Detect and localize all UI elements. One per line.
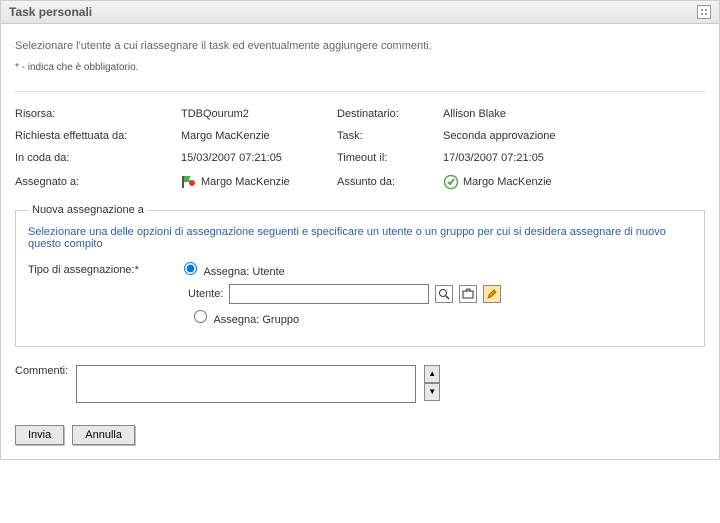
- comments-spinner: ▲ ▼: [424, 365, 440, 401]
- content-area: Selezionare l'utente a cui riassegnare i…: [1, 24, 719, 459]
- assunto-value-cell: Margo MacKenzie: [443, 174, 643, 190]
- spinner-up-button[interactable]: ▲: [424, 365, 440, 383]
- assign-group-option-text: Assegna: Gruppo: [213, 314, 299, 326]
- assign-user-label: Utente:: [188, 288, 223, 300]
- comments-row: Commenti: ▲ ▼: [15, 365, 705, 403]
- details-grid: Risorsa: TDBQourum2 Destinatario: Alliso…: [15, 108, 705, 190]
- in-coda-label: In coda da:: [15, 152, 175, 164]
- timeout-value: 17/03/2007 07:21:05: [443, 152, 643, 164]
- timeout-label: Timeout il:: [337, 152, 437, 164]
- comments-label: Commenti:: [15, 365, 68, 377]
- task-label: Task:: [337, 130, 437, 142]
- required-note: * - indica che è obbligatorio.: [15, 62, 705, 73]
- assegnato-label: Assegnato a:: [15, 176, 175, 188]
- assegnato-value-cell: Margo MacKenzie: [181, 175, 331, 189]
- risorsa-label: Risorsa:: [15, 108, 175, 120]
- task-value: Seconda approvazione: [443, 130, 643, 142]
- assign-type-label: Tipo di assegnazione:*: [28, 264, 178, 276]
- magnifier-icon: [438, 288, 450, 300]
- reassign-legend: Nuova assegnazione a: [28, 204, 148, 216]
- assunto-value: Margo MacKenzie: [463, 176, 552, 188]
- assign-type-row: Tipo di assegnazione:* Assegna: Utente: [28, 262, 692, 278]
- titlebar: Task personali: [1, 1, 719, 24]
- richiesta-label: Richiesta effettuata da:: [15, 130, 175, 142]
- history-button[interactable]: [459, 285, 477, 303]
- assign-user-option-text: Assegna: Utente: [203, 266, 284, 278]
- destinatario-label: Destinatario:: [337, 108, 437, 120]
- assign-user-input[interactable]: [229, 284, 429, 304]
- assign-user-row: Utente:: [188, 284, 692, 304]
- lookup-user-button[interactable]: [435, 285, 453, 303]
- window-title: Task personali: [9, 5, 92, 19]
- richiesta-value: Margo MacKenzie: [181, 130, 331, 142]
- claimed-check-icon: [443, 174, 459, 190]
- assegnato-value: Margo MacKenzie: [201, 176, 290, 188]
- task-window: Task personali Selezionare l'utente a cu…: [0, 0, 720, 460]
- spinner-down-button[interactable]: ▼: [424, 383, 440, 401]
- in-coda-value: 15/03/2007 07:21:05: [181, 152, 331, 164]
- folder-history-icon: [462, 288, 474, 300]
- assign-group-row: Assegna: Gruppo: [194, 310, 692, 326]
- destinatario-value: Allison Blake: [443, 108, 643, 120]
- submit-button[interactable]: Invia: [15, 425, 64, 445]
- assign-user-option[interactable]: Assegna: Utente: [184, 262, 285, 278]
- button-row: Invia Annulla: [15, 425, 705, 445]
- comments-textarea[interactable]: [76, 365, 416, 403]
- assunto-label: Assunto da:: [337, 176, 437, 188]
- pencil-icon: [486, 288, 498, 300]
- separator: [15, 91, 705, 92]
- assign-user-radio[interactable]: [184, 262, 197, 275]
- edit-button[interactable]: [483, 285, 501, 303]
- intro-text: Selezionare l'utente a cui riassegnare i…: [15, 40, 705, 52]
- assign-group-radio[interactable]: [194, 310, 207, 323]
- assign-group-option[interactable]: Assegna: Gruppo: [194, 310, 299, 326]
- cancel-button[interactable]: Annulla: [72, 425, 135, 445]
- reassign-hint: Selezionare una delle opzioni di assegna…: [28, 226, 692, 250]
- reassign-fieldset: Nuova assegnazione a Selezionare una del…: [15, 204, 705, 347]
- options-grid-icon[interactable]: [697, 5, 711, 19]
- risorsa-value: TDBQourum2: [181, 108, 331, 120]
- assigned-flag-icon: [181, 175, 197, 189]
